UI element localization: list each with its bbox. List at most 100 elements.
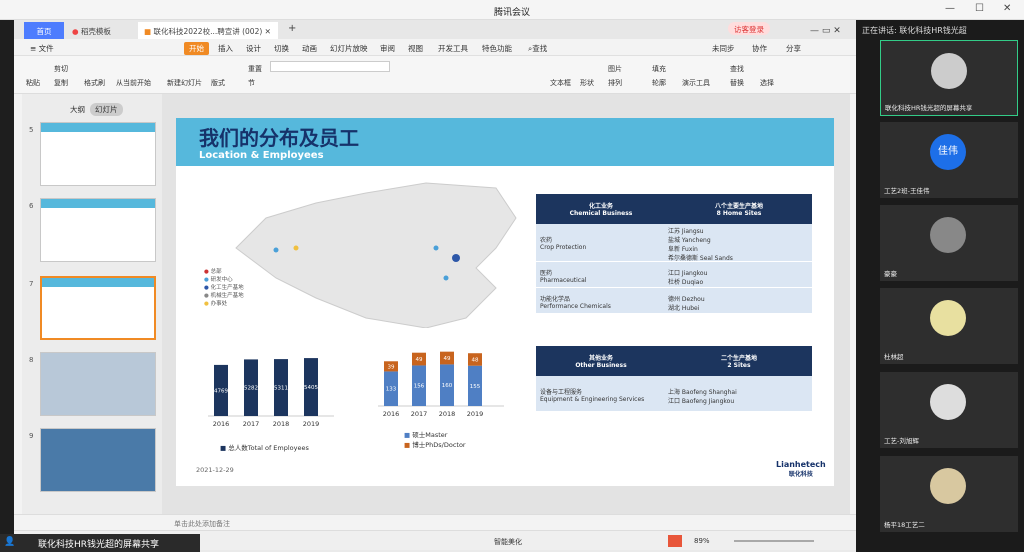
guest-login-button[interactable]: 访客登录 [728, 22, 770, 35]
table-row: 功能化学品 Performance Chemicals 德州 Dezhou 湖北 H… [536, 288, 812, 314]
picture-button[interactable]: 图片 [608, 64, 622, 74]
menu-animation[interactable]: 动画 [302, 43, 317, 54]
tab-min-icon[interactable]: — ▭ ✕ [804, 22, 847, 39]
row-category: 功能化学品 Performance Chemicals [540, 296, 611, 310]
menu-switch[interactable]: 切换 [274, 43, 289, 54]
menu-start[interactable]: 开始 [184, 42, 209, 55]
tab-templates[interactable]: ● 稻壳模板 [66, 22, 136, 39]
person-icon: 👤 [4, 537, 16, 547]
notes-placeholder[interactable]: 单击此处添加备注 [174, 519, 230, 529]
table-header: 其他业务 Other Business 二个生产基地 2 Sites [536, 346, 812, 376]
copy-button[interactable]: 复制 [54, 78, 68, 88]
slide-thumb-6[interactable] [40, 198, 156, 262]
textbox-button[interactable]: 文本框 [550, 78, 571, 88]
section-button[interactable]: 节 [248, 78, 255, 88]
bar-value-label: 5282 [244, 386, 258, 392]
find-button[interactable]: 查找 [730, 64, 744, 74]
company-logo: Lianhetech 联化科技 [776, 460, 826, 478]
sync-status[interactable]: 未同步 [712, 43, 735, 54]
outline-tab[interactable]: 大纲 [70, 104, 85, 115]
arrange-button[interactable]: 排列 [608, 78, 622, 88]
participant-video[interactable]: 工艺-刘旭辉 [880, 372, 1018, 448]
replace-button[interactable]: 替换 [730, 78, 744, 88]
table-header: 化工业务 Chemical Business 八个主要生产基地 8 Home Sit… [536, 194, 812, 224]
select-button[interactable]: 选择 [760, 78, 774, 88]
hq-marker [452, 254, 460, 262]
slideshow-tool-button[interactable]: 演示工具 [682, 78, 710, 88]
layout-button[interactable]: 版式 [211, 78, 225, 88]
menu-insert[interactable]: 插入 [218, 43, 233, 54]
document-tabbar: 首页 ● 稻壳模板 ■ 联化科技2022校...聘宣讲 (002) ✕ + 访客… [14, 20, 856, 39]
slide-date: 2021-12-29 [196, 466, 234, 474]
outline-button[interactable]: 轮廓 [652, 78, 666, 88]
table-row: 农药 Crop Protection 江苏 Jiangsu 盐城 Yancheng 阜… [536, 224, 812, 262]
new-tab-button[interactable]: + [282, 22, 302, 39]
menu-slideshow[interactable]: 幻灯片放映 [330, 43, 368, 54]
slide-number: 6 [29, 202, 34, 210]
reset-button[interactable]: 重置 [248, 64, 262, 74]
slide-thumb-8[interactable] [40, 352, 156, 416]
zoom-slider[interactable] [734, 540, 814, 542]
menu-design[interactable]: 设计 [246, 43, 261, 54]
x-tick-label: 2016 [213, 420, 230, 428]
fill-button[interactable]: 填充 [652, 64, 666, 74]
menu-search[interactable]: ⌕查找 [528, 43, 547, 54]
cut-button[interactable]: 剪切 [54, 64, 68, 74]
bar-value-label: 5405 [304, 385, 318, 391]
window-title: 腾讯会议 [493, 8, 530, 18]
avatar [930, 468, 966, 504]
bar-value-label: 156 [414, 384, 425, 390]
slide-number: 9 [29, 432, 34, 440]
tab-document[interactable]: ■ 联化科技2022校...聘宣讲 (002) ✕ [138, 22, 278, 39]
smart-beautify-button[interactable]: 智能美化 [494, 537, 522, 547]
play-icon[interactable] [668, 535, 682, 547]
menu-file[interactable]: ≡ 文件 [30, 43, 54, 54]
participant-name: 杜林超 [884, 353, 904, 361]
bar-value-label: 48 [472, 357, 479, 363]
participant-video[interactable]: 佳伟 工艺2班-王佳伟 [880, 122, 1018, 198]
paste-button[interactable]: 粘贴 [26, 78, 40, 88]
slide-number: 5 [29, 126, 34, 134]
legend-item: ● 机械生产基地 [204, 293, 244, 299]
bar-value-label: 49 [444, 356, 451, 362]
x-tick-label: 2017 [243, 420, 260, 428]
map-legend: ● 总部 ● 研发中心 ● 化工生产基地 ● 机械生产基地 ● 办事处 [204, 268, 244, 308]
speaking-indicator: 正在讲话: 联化科技HR钱光超 [862, 26, 967, 35]
participant-video[interactable]: 杜林超 [880, 288, 1018, 364]
row-sites: 江口 Jiangkou 杜桥 Duqiao [668, 270, 708, 286]
menu-dev[interactable]: 开发工具 [438, 43, 468, 54]
close-icon[interactable]: ✕ [1003, 3, 1011, 14]
row-sites: 江苏 Jiangsu 盐城 Yancheng 阜新 Fuxin 希尔桑德斯 Seal … [668, 228, 733, 262]
table-row: 医药 Pharmaceutical 江口 Jiangkou 杜桥 Duqiao [536, 262, 812, 288]
avatar [930, 384, 966, 420]
bar-value-label: 155 [470, 384, 481, 390]
format-painter-button[interactable]: 格式刷 [84, 78, 105, 88]
site-marker [443, 275, 449, 281]
participant-video[interactable]: 杨平18工艺二 [880, 456, 1018, 532]
slide-number: 7 [29, 280, 34, 288]
participant-video[interactable]: 豪豪 [880, 205, 1018, 281]
x-tick-label: 2016 [383, 410, 400, 418]
tab-home[interactable]: 首页 [24, 22, 64, 39]
menu-view[interactable]: 视图 [408, 43, 423, 54]
participant-video[interactable]: 联化科技HR钱光超的屏幕共享 [880, 40, 1018, 116]
x-tick-label: 2018 [439, 410, 456, 418]
slide-thumb-9[interactable] [40, 428, 156, 492]
slide-header: 我们的分布及员工 Location & Employees [176, 118, 834, 166]
collab-button[interactable]: 协作 [752, 43, 767, 54]
row-sites: 上海 Baofeng Shanghai 江口 Baofeng Jiangkou [668, 389, 737, 405]
window-titlebar: 腾讯会议 — ☐ ✕ [0, 0, 1024, 20]
minimize-icon[interactable]: — [945, 3, 955, 14]
shape-button[interactable]: 形状 [580, 78, 594, 88]
from-start-button[interactable]: 从当前开始 [116, 78, 151, 88]
slide-thumb-7[interactable] [40, 276, 156, 340]
slides-tab[interactable]: 幻灯片 [90, 103, 123, 116]
menu-review[interactable]: 审阅 [380, 43, 395, 54]
share-button[interactable]: 分享 [786, 43, 801, 54]
maximize-icon[interactable]: ☐ [975, 3, 984, 14]
new-slide-button[interactable]: 新建幻灯片 [167, 78, 202, 88]
font-select[interactable] [270, 61, 390, 72]
slide-thumb-5[interactable] [40, 122, 156, 186]
menu-special[interactable]: 特色功能 [482, 43, 512, 54]
x-tick-label: 2019 [467, 410, 484, 418]
